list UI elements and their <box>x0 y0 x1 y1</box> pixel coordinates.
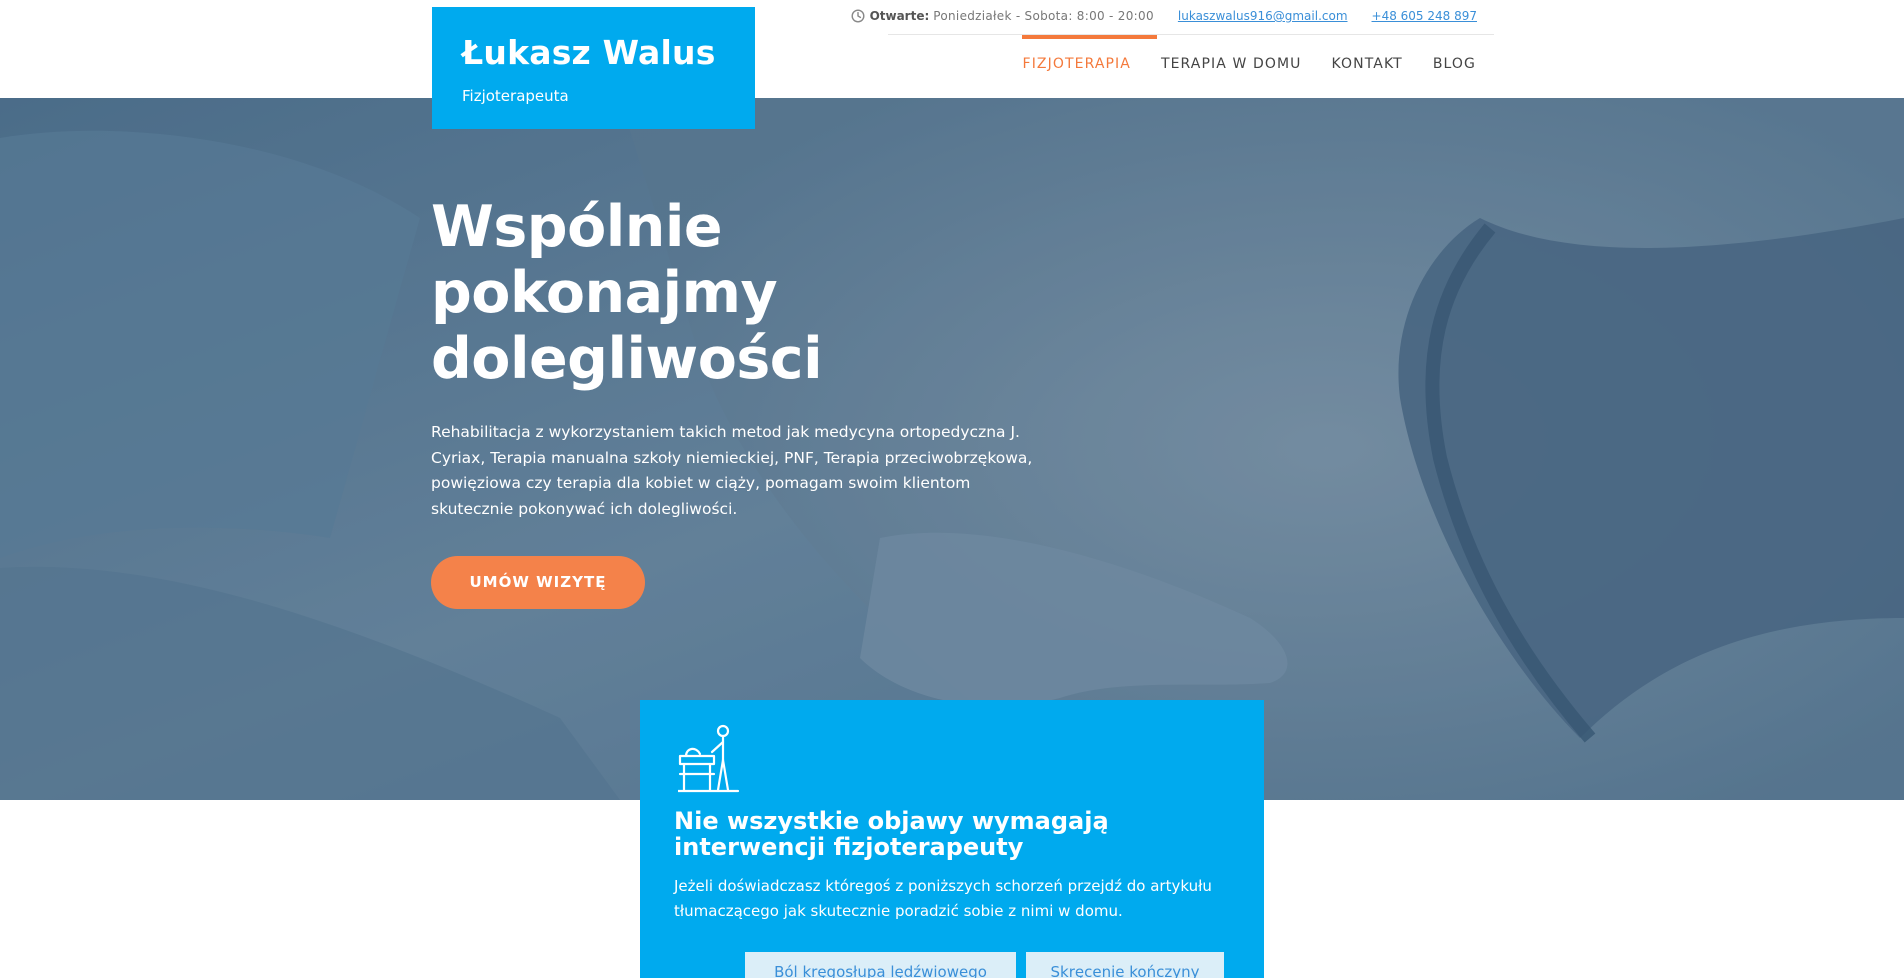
card-description: Jeżeli doświadczasz któregoś z poniższyc… <box>674 877 1212 920</box>
opening-hours-label: Otwarte: <box>869 9 930 23</box>
hero-title-line-2: pokonajmy <box>431 260 778 326</box>
phone-link[interactable]: +48 605 248 897 <box>1372 9 1477 23</box>
opening-hours-value: Poniedziałek - Sobota: 8:00 - 20:00 <box>933 9 1154 23</box>
lumbar-pain-button[interactable]: Ból kręgosłupa lędźwiowego <box>745 952 1016 978</box>
info-card: Nie wszystkie objawy wymagają interwencj… <box>640 700 1264 978</box>
hero-content: Wspólnie pokonajmy dolegliwości Rehabili… <box>431 194 1071 609</box>
card-title: Nie wszystkie objawy wymagają interwencj… <box>674 807 1109 861</box>
hero-title: Wspólnie pokonajmy dolegliwości <box>431 194 1071 392</box>
email-link[interactable]: lukaszwalus916@gmail.com <box>1178 9 1348 23</box>
hero-description: Rehabilitacja z wykorzystaniem takich me… <box>431 423 1033 518</box>
physiotherapy-table-icon <box>676 724 740 794</box>
book-appointment-button[interactable]: UMÓW WIZYTĘ <box>431 556 645 609</box>
logo-name: Łukasz Walus <box>462 33 716 72</box>
site-logo[interactable]: Łukasz Walus Fizjoterapeuta <box>432 7 755 129</box>
main-nav: FIZJOTERAPIA TERAPIA W DOMU KONTAKT BLOG <box>1023 56 1476 72</box>
clock-icon <box>851 9 865 23</box>
nav-item-kontakt[interactable]: KONTAKT <box>1332 56 1403 72</box>
top-info-bar: Otwarte: Poniedziałek - Sobota: 8:00 - 2… <box>851 0 1494 35</box>
nav-item-terapia-w-domu[interactable]: TERAPIA W DOMU <box>1161 56 1302 72</box>
hero-title-line-3: dolegliwości <box>431 326 823 392</box>
nav-item-blog[interactable]: BLOG <box>1433 56 1476 72</box>
hero-title-line-1: Wspólnie <box>431 194 723 260</box>
site-header: Otwarte: Poniedziałek - Sobota: 8:00 - 2… <box>0 0 1904 98</box>
limb-sprain-button[interactable]: Skręcenie kończyny <box>1026 952 1224 978</box>
nav-item-fizjoterapia[interactable]: FIZJOTERAPIA <box>1023 56 1131 72</box>
nav-active-indicator <box>1022 35 1157 39</box>
logo-subtitle: Fizjoterapeuta <box>462 87 569 105</box>
card-buttons: Ból kręgosłupa lędźwiowego Skręcenie koń… <box>745 952 1224 978</box>
hero-section: Wspólnie pokonajmy dolegliwości Rehabili… <box>0 98 1904 800</box>
